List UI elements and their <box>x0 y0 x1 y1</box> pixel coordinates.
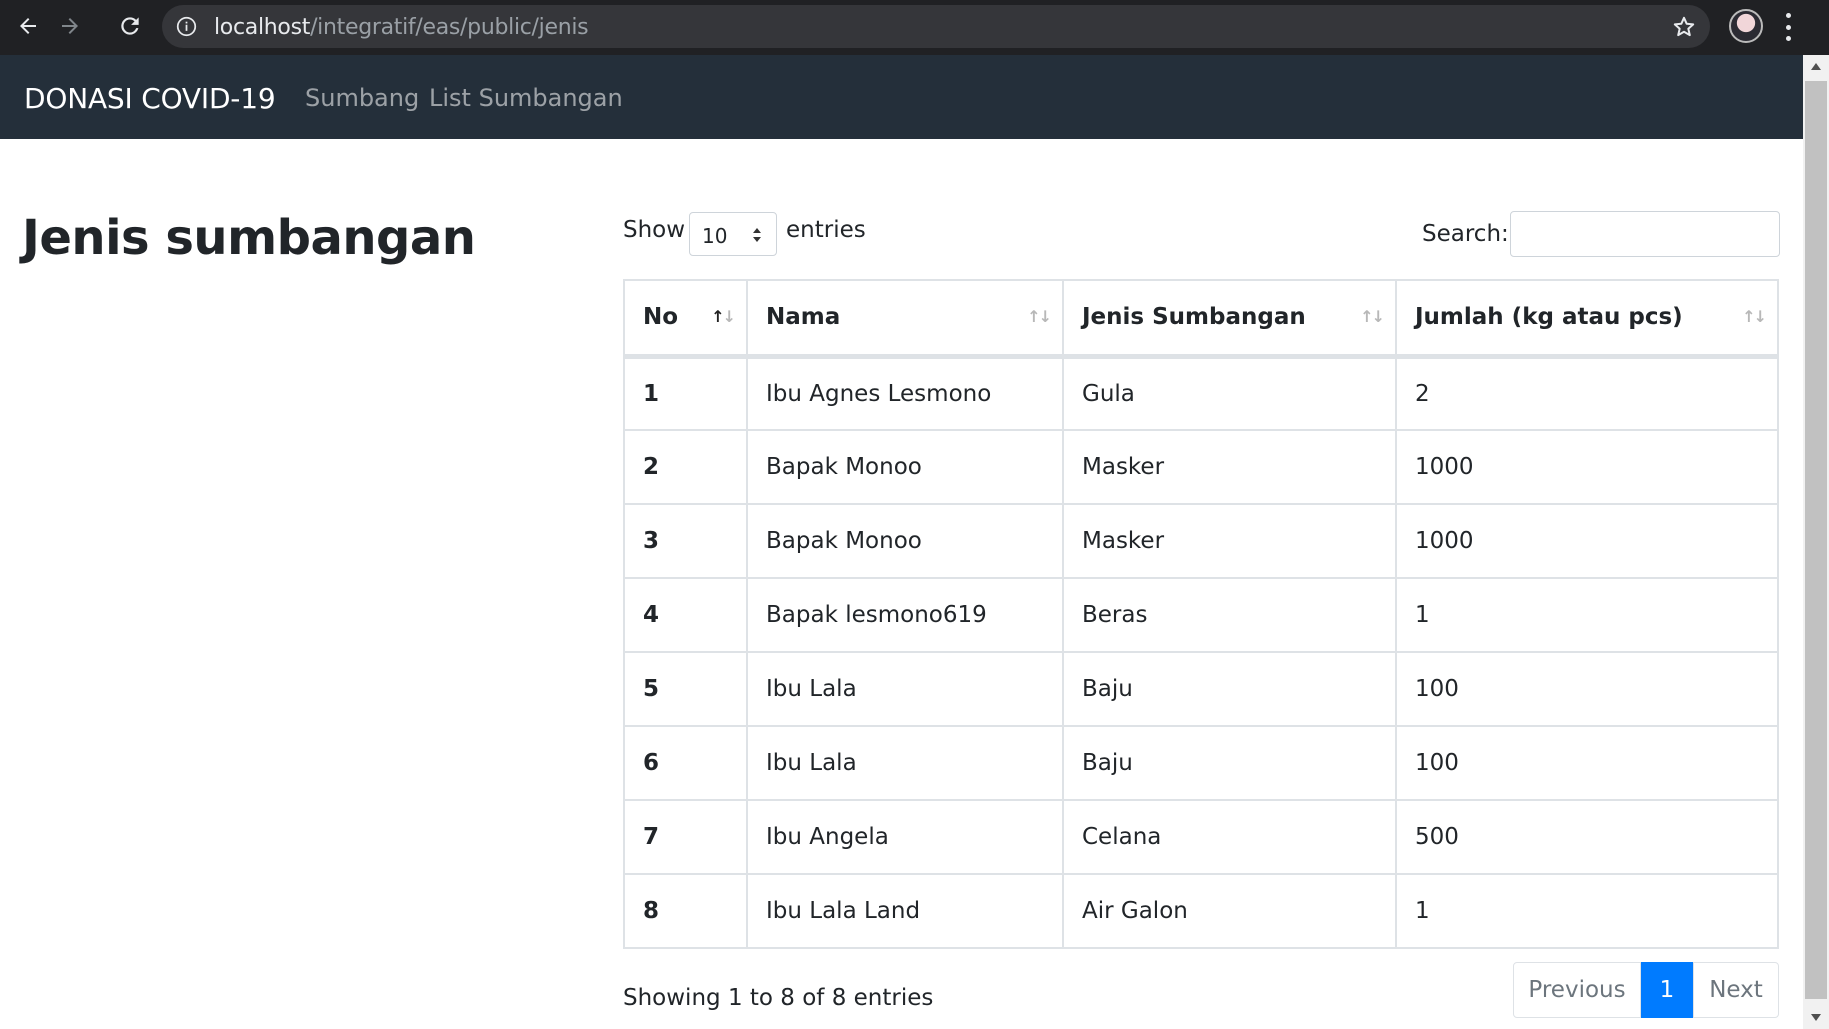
cell-no: 8 <box>623 873 748 949</box>
table-row: 5 Ibu Lala Baju 100 <box>623 651 1779 727</box>
table-row: 7 Ibu Angela Celana 500 <box>623 799 1779 875</box>
cell-no: 1 <box>623 355 748 431</box>
cell-jenis: Masker <box>1062 429 1397 505</box>
cell-jumlah: 1 <box>1395 577 1779 653</box>
cell-no: 2 <box>623 429 748 505</box>
url-host: localhost <box>214 15 311 40</box>
table-header-row: No ↑↓ Nama ↑↓ Jenis Sumbangan ↑↓ Jumlah (kg… <box>623 279 1779 359</box>
info-icon[interactable] <box>176 16 197 37</box>
page-title: Jenis sumbangan <box>22 210 476 266</box>
sort-icon: ↑↓ <box>711 307 736 326</box>
pagination-previous-button[interactable]: Previous <box>1513 962 1641 1018</box>
table-row: 2 Bapak Monoo Masker 1000 <box>623 429 1779 505</box>
arrow-right-icon <box>62 18 78 34</box>
cell-nama: Bapak Monoo <box>746 429 1064 505</box>
select-updown-icon <box>753 228 761 242</box>
column-header-nama[interactable]: Nama ↑↓ <box>746 279 1064 359</box>
cell-jenis: Baju <box>1062 651 1397 727</box>
profile-avatar[interactable] <box>1729 9 1763 43</box>
sort-icon: ↑↓ <box>1742 307 1767 326</box>
search-label: Search: <box>1422 221 1509 247</box>
cell-jumlah: 100 <box>1395 725 1779 801</box>
cell-jenis: Air Galon <box>1062 873 1397 949</box>
cell-no: 4 <box>623 577 748 653</box>
arrow-left-icon <box>20 18 36 34</box>
scroll-down-arrow-icon[interactable] <box>1811 1014 1821 1021</box>
reload-button[interactable] <box>110 6 150 46</box>
length-label-suffix: entries <box>786 217 866 243</box>
cell-jumlah: 500 <box>1395 799 1779 875</box>
column-header-label: No <box>643 304 679 331</box>
scroll-up-arrow-icon[interactable] <box>1811 63 1821 70</box>
pagination: Previous 1 Next <box>1513 962 1779 1018</box>
column-header-jenis-sumbangan[interactable]: Jenis Sumbangan ↑↓ <box>1062 279 1397 359</box>
cell-no: 7 <box>623 799 748 875</box>
cell-nama: Bapak lesmono619 <box>746 577 1064 653</box>
cell-no: 5 <box>623 651 748 727</box>
back-button[interactable] <box>8 6 48 46</box>
page-scrollbar[interactable] <box>1803 55 1829 1029</box>
scroll-thumb[interactable] <box>1805 81 1827 999</box>
entries-length-select[interactable]: 10 <box>689 212 777 256</box>
nav-link-list-sumbangan[interactable]: List Sumbangan <box>429 84 623 112</box>
cell-jenis: Beras <box>1062 577 1397 653</box>
donation-table: No ↑↓ Nama ↑↓ Jenis Sumbangan ↑↓ Jumlah (kg… <box>623 279 1779 949</box>
table-info: Showing 1 to 8 of 8 entries <box>623 985 934 1011</box>
entries-length-value: 10 <box>702 224 728 248</box>
cell-jumlah: 100 <box>1395 651 1779 727</box>
cell-jenis: Masker <box>1062 503 1397 579</box>
cell-nama: Bapak Monoo <box>746 503 1064 579</box>
reload-icon <box>121 17 139 35</box>
forward-button[interactable] <box>50 6 90 46</box>
sort-icon: ↑↓ <box>1027 307 1052 326</box>
table-row: 6 Ibu Lala Baju 100 <box>623 725 1779 801</box>
cell-nama: Ibu Lala <box>746 725 1064 801</box>
site-navbar: DONASI COVID-19 Sumbang List Sumbangan <box>0 55 1803 139</box>
cell-nama: Ibu Lala Land <box>746 873 1064 949</box>
kebab-menu-icon[interactable] <box>1784 13 1792 41</box>
cell-no: 3 <box>623 503 748 579</box>
column-header-label: Nama <box>766 304 841 331</box>
cell-nama: Ibu Lala <box>746 651 1064 727</box>
search-input[interactable] <box>1510 211 1780 257</box>
pagination-next-button[interactable]: Next <box>1693 962 1779 1018</box>
cell-no: 6 <box>623 725 748 801</box>
cell-jenis: Celana <box>1062 799 1397 875</box>
sort-icon: ↑↓ <box>1360 307 1385 326</box>
cell-jumlah: 2 <box>1395 355 1779 431</box>
table-row: 1 Ibu Agnes Lesmono Gula 2 <box>623 355 1779 431</box>
nav-link-sumbang[interactable]: Sumbang <box>305 84 419 112</box>
url-path: /integratif/eas/public/jenis <box>310 15 589 40</box>
table-row: 8 Ibu Lala Land Air Galon 1 <box>623 873 1779 949</box>
cell-jumlah: 1000 <box>1395 429 1779 505</box>
table-row: 4 Bapak lesmono619 Beras 1 <box>623 577 1779 653</box>
star-icon[interactable] <box>1672 15 1696 39</box>
navbar-brand[interactable]: DONASI COVID-19 <box>24 82 276 115</box>
url-text: localhost/integratif/eas/public/jenis <box>214 15 589 40</box>
cell-jumlah: 1 <box>1395 873 1779 949</box>
length-label-prefix: Show <box>623 217 686 243</box>
cell-jenis: Gula <box>1062 355 1397 431</box>
table-row: 3 Bapak Monoo Masker 1000 <box>623 503 1779 579</box>
cell-jumlah: 1000 <box>1395 503 1779 579</box>
cell-nama: Ibu Angela <box>746 799 1064 875</box>
column-header-label: Jumlah (kg atau pcs) <box>1415 304 1683 331</box>
column-header-jumlah[interactable]: Jumlah (kg atau pcs) ↑↓ <box>1395 279 1779 359</box>
pagination-page-1[interactable]: 1 <box>1641 962 1693 1018</box>
browser-toolbar: localhost/integratif/eas/public/jenis <box>0 0 1829 55</box>
column-header-no[interactable]: No ↑↓ <box>623 279 748 359</box>
cell-jenis: Baju <box>1062 725 1397 801</box>
cell-nama: Ibu Agnes Lesmono <box>746 355 1064 431</box>
column-header-label: Jenis Sumbangan <box>1082 304 1306 331</box>
address-bar[interactable]: localhost/integratif/eas/public/jenis <box>162 5 1710 48</box>
